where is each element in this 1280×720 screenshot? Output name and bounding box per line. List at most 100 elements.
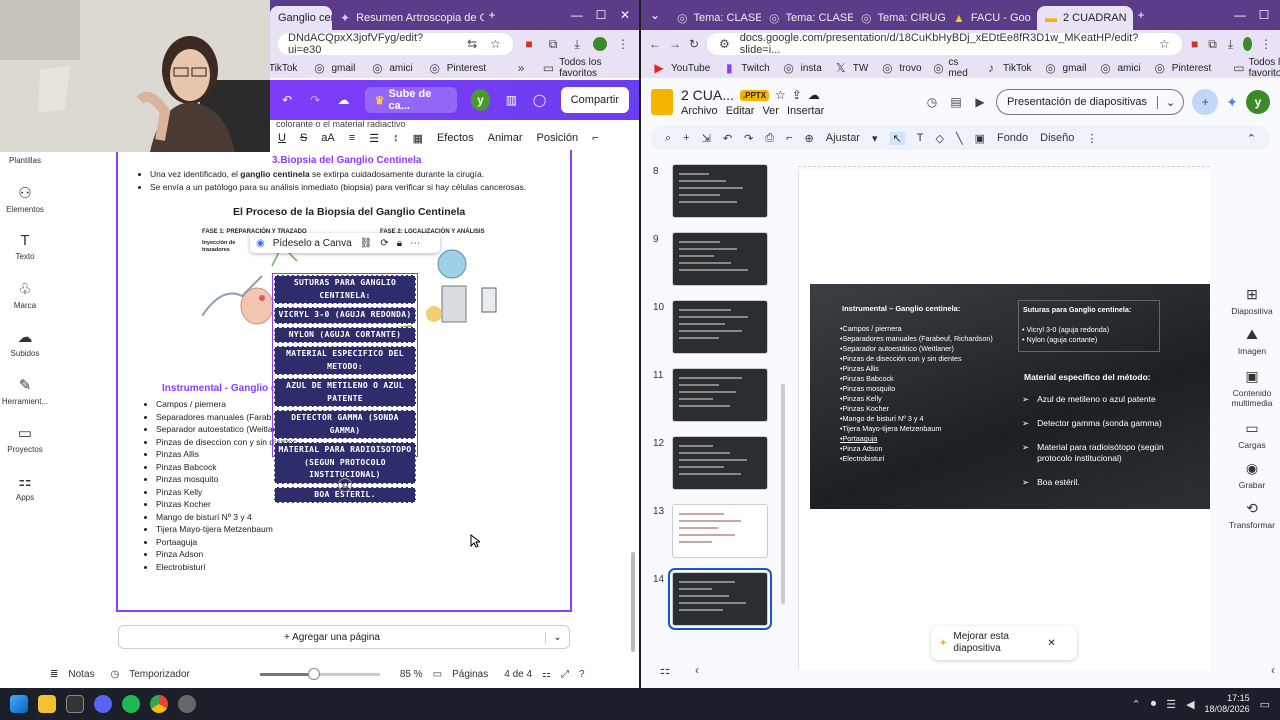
bookmark-amici[interactable]: ◎ amici xyxy=(1097,60,1141,76)
side-tool-upload[interactable]: ▭ Cargas xyxy=(1224,420,1280,450)
layout-icon[interactable]: ⇲ xyxy=(702,132,711,145)
tray-chevron-icon[interactable]: ⌃ xyxy=(1131,698,1140,711)
slide-thumbnail[interactable] xyxy=(672,300,768,354)
expand-icon[interactable]: ‹ xyxy=(1265,662,1280,678)
window-close-icon[interactable]: ✕ xyxy=(617,7,633,23)
paint-format-icon[interactable]: ⌐ xyxy=(592,132,598,144)
download-icon[interactable]: ⤓ xyxy=(1225,36,1235,52)
side-tool-image[interactable]: ⛰ Imagen xyxy=(1224,326,1280,356)
maximize-icon[interactable]: ☐ xyxy=(1256,7,1272,23)
transparency-icon[interactable]: ▦ xyxy=(413,132,423,145)
chevron-down-icon[interactable]: ⌄ xyxy=(545,631,569,643)
slide-thumbnail[interactable] xyxy=(672,436,768,490)
fullscreen-icon[interactable]: ⤢ xyxy=(561,669,569,680)
timer-button[interactable]: Temporizador xyxy=(129,669,190,680)
scrollbar[interactable] xyxy=(631,552,635,652)
notes-icon[interactable]: ≣ xyxy=(50,669,58,680)
slide-thumbnail[interactable] xyxy=(672,368,768,422)
share-person-icon[interactable]: + xyxy=(1192,89,1219,115)
textbox-icon[interactable]: T xyxy=(917,132,924,144)
nav-elementos[interactable]: ⚇ Elementos xyxy=(0,184,50,214)
nav-proyectos[interactable]: ▭ Proyectos xyxy=(0,424,50,454)
link-icon[interactable]: ⛓ xyxy=(360,238,373,249)
terminal-icon[interactable] xyxy=(66,695,84,713)
tab-clase-2[interactable]: ◎Tema: CLASE✕ xyxy=(761,6,853,30)
move-icon[interactable]: ⇪ xyxy=(792,88,802,102)
slide-thumbnail[interactable] xyxy=(668,568,772,630)
avatar[interactable]: y xyxy=(470,89,491,111)
doc-title[interactable]: 2 CUA... xyxy=(681,87,734,103)
bookmark-tw[interactable]: 𝕏 TW xyxy=(833,60,868,76)
more-icon[interactable]: ⋯ xyxy=(410,238,420,249)
nav-texto[interactable]: T Texto xyxy=(0,232,50,261)
lock-icon[interactable]: 🔒︎ xyxy=(397,238,402,249)
bookmark-gmail[interactable]: ◎ gmail xyxy=(311,60,355,76)
grid-view-icon[interactable]: ⚏ xyxy=(657,662,673,678)
tab-ganglio[interactable]: Ganglio cen✕ xyxy=(270,6,332,30)
back-icon[interactable]: ← xyxy=(649,36,661,52)
download-icon[interactable]: ⤓ xyxy=(569,36,585,52)
tab-search-icon[interactable]: ⌄ xyxy=(647,7,663,23)
rotate-icon[interactable]: ↻ xyxy=(338,478,352,492)
bookmark-amici[interactable]: ◎ amici xyxy=(369,60,413,76)
star-icon[interactable]: ☆ xyxy=(1157,36,1172,52)
ask-canva-button[interactable]: Pídeselo a Canva xyxy=(273,238,352,249)
thumb-scrollbar[interactable] xyxy=(781,384,785,604)
position-button[interactable]: Posición xyxy=(537,132,579,144)
translate-icon[interactable]: ⇆ xyxy=(465,36,480,52)
chevron-down-icon[interactable]: ⌄ xyxy=(1157,95,1183,109)
chevron-right-icon[interactable]: » xyxy=(514,60,528,76)
side-tool-media[interactable]: ▣ Contenido multimedia xyxy=(1224,368,1280,408)
bookmark-trovo[interactable]: ◎ trovo xyxy=(879,60,921,76)
slides-logo-icon[interactable] xyxy=(651,89,673,115)
tab-cirug[interactable]: ◎Tema: CIRUG✕ xyxy=(853,6,945,30)
bookmark-insta[interactable]: ◎ insta xyxy=(781,60,821,76)
side-tool-slide[interactable]: ⊞ Diapositiva xyxy=(1224,286,1280,316)
zoom-icon[interactable]: ⊕ xyxy=(805,132,814,145)
zoom-slider[interactable] xyxy=(259,667,380,680)
canva-page[interactable]: 3.Biopsia del Ganglio Centinela Una vez … xyxy=(116,150,572,612)
spotify-icon[interactable] xyxy=(122,695,140,713)
strikethrough-icon[interactable]: S xyxy=(300,132,307,144)
paint-format-icon[interactable]: ⌐ xyxy=(786,132,792,144)
menu-dots-icon[interactable]: ⋮ xyxy=(615,36,631,52)
redo-icon[interactable]: ↷ xyxy=(308,92,322,108)
notification-icon[interactable]: ▭ xyxy=(1260,698,1270,711)
collapse-icon[interactable]: ⌃ xyxy=(1247,132,1256,145)
tab-facu[interactable]: ▲FACU - Goo✕ xyxy=(945,6,1037,30)
chevron-down-icon[interactable]: ▾ xyxy=(872,132,878,145)
pages-icon[interactable]: ▭ xyxy=(433,669,442,680)
cloud-icon[interactable]: ☁ xyxy=(808,88,820,102)
improve-slide-button[interactable]: Mejorar esta diapositiva xyxy=(953,631,1041,655)
upgrade-button[interactable]: ♛ Sube de ca... xyxy=(364,87,457,113)
profile-avatar[interactable] xyxy=(593,37,607,51)
extension-icon[interactable]: ■ xyxy=(1190,36,1200,52)
tab-resumen[interactable]: ✦ Resumen Artroscopia de Cade✕ xyxy=(332,6,484,30)
forward-icon[interactable]: → xyxy=(669,36,681,52)
slide-thumbnail[interactable] xyxy=(672,164,768,218)
new-slide-icon[interactable]: + xyxy=(683,132,689,144)
bookmark-gmail[interactable]: ◎ gmail xyxy=(1043,60,1086,76)
underline-icon[interactable]: U xyxy=(278,132,286,144)
timer-icon[interactable]: ◷ xyxy=(111,669,120,680)
minimize-icon[interactable]: — xyxy=(569,7,585,23)
slide-thumbnail[interactable] xyxy=(672,504,768,558)
more-icon[interactable]: ⋮ xyxy=(1086,132,1097,145)
extension-icon[interactable]: ■ xyxy=(521,36,537,52)
bookmark-pinterest[interactable]: ◎ Pinterest xyxy=(1152,60,1212,76)
avatar[interactable]: y xyxy=(1246,90,1270,114)
star-icon[interactable]: ☆ xyxy=(775,88,786,102)
history-icon[interactable]: ◷ xyxy=(924,94,940,110)
address-bar[interactable]: ⚙ docs.google.com/presentation/d/18CuKbH… xyxy=(707,32,1182,56)
menu-insertar[interactable]: Insertar xyxy=(787,105,824,117)
sutures-overlay[interactable]: SUTURAS PARA GANGLIO CENTINELA: VICRYL 3-… xyxy=(272,273,418,503)
nav-plantillas[interactable]: Plantillas xyxy=(0,156,50,165)
reload-icon[interactable]: ↻ xyxy=(689,36,699,52)
redo-icon[interactable]: ↷ xyxy=(744,132,753,145)
bookmark-twitch[interactable]: ▮ Twitch xyxy=(721,60,770,76)
effects-button[interactable]: Efectos xyxy=(437,132,474,144)
comment-icon[interactable]: ◯ xyxy=(533,92,547,108)
tab-clase-1[interactable]: ◎Tema: CLASE✕ xyxy=(669,6,761,30)
menu-archivo[interactable]: Archivo xyxy=(681,105,718,117)
refresh-icon[interactable]: ⟳ xyxy=(380,238,388,249)
